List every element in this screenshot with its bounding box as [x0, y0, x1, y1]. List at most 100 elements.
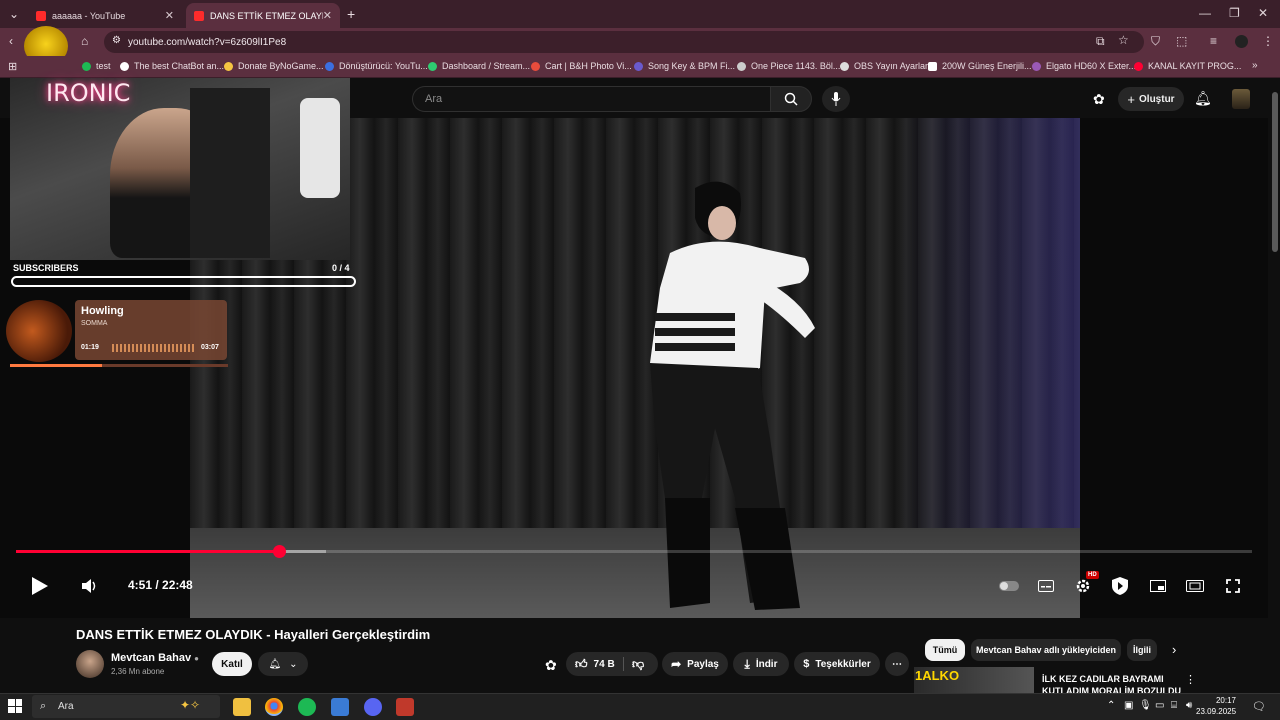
volume-button[interactable] [78, 574, 102, 598]
scrollbar-thumb[interactable] [1272, 92, 1278, 252]
subscriber-goal-bar [11, 276, 356, 287]
microphone-tray-icon[interactable]: 🎙︎ [1139, 700, 1152, 711]
voicemeeter-icon[interactable] [396, 698, 414, 716]
bookmark-item[interactable]: Donate ByNoGame... [224, 61, 324, 71]
bookmark-star-icon[interactable]: ☆ [1118, 33, 1129, 47]
display-tray-icon[interactable]: ▭ [1155, 700, 1164, 711]
chip-related[interactable]: İlgili [1127, 639, 1157, 661]
file-explorer-icon[interactable] [233, 698, 251, 716]
like-button[interactable]: 👍︎ 74 B [575, 657, 615, 672]
discord-icon[interactable] [364, 698, 382, 716]
tab-list-icon[interactable]: ⌄ [9, 7, 19, 21]
like-count: 74 B [593, 658, 615, 670]
song-artist: SOMMA [81, 320, 108, 327]
search-placeholder: Ara [425, 93, 443, 105]
autoplay-toggle[interactable] [997, 574, 1021, 598]
tray-overflow-icon[interactable]: ⌃ [1107, 700, 1115, 711]
reading-list-icon[interactable]: ≡ [1210, 34, 1217, 48]
recommendation-title[interactable]: İLK KEZ CADILAR BAYRAMI KUTLADIM MORALİM… [1042, 673, 1182, 693]
close-window-icon[interactable]: ✕ [1258, 6, 1268, 20]
account-avatar[interactable] [1232, 89, 1250, 109]
join-button[interactable]: Katıl [212, 652, 252, 676]
site-info-icon[interactable]: ⚙ [112, 35, 121, 46]
bookmark-item[interactable]: The best ChatBot an... [120, 61, 224, 71]
bookmark-item[interactable]: OBS Yayın Ayarları [840, 61, 931, 71]
subscription-bell-button[interactable]: 🔔︎ ⌄ [258, 652, 308, 676]
bookmark-item[interactable]: Dönüştürücü: YouTu... [325, 61, 428, 71]
taskbar-search[interactable]: ⌕ Ara ✦✧ [32, 695, 220, 718]
super-thanks-icon: $ [803, 658, 810, 670]
download-label: İndir [755, 658, 778, 670]
gemini-sparkle-icon[interactable]: ✿ [1093, 91, 1105, 108]
ask-ai-sparkle-icon[interactable]: ✿ [545, 657, 557, 674]
taskbar-clock-time[interactable]: 20:17 [1196, 696, 1236, 706]
create-button[interactable]: + Oluştur [1118, 87, 1184, 111]
browser-tab-active[interactable]: DANS ETTİK ETMEZ OLAYDIK - ✕ [186, 3, 340, 28]
minimize-icon[interactable]: — [1199, 6, 1211, 20]
apps-grid-icon[interactable]: ⊞ [8, 60, 17, 73]
bookmark-item[interactable]: 200W Güneş Enerjili... [928, 61, 1032, 71]
spotify-icon[interactable] [298, 698, 316, 716]
channel-avatar[interactable] [76, 650, 104, 678]
play-icon [32, 577, 48, 595]
restore-icon[interactable]: ❐ [1229, 6, 1240, 20]
shield-play-icon [1112, 577, 1128, 595]
bookmark-item[interactable]: Song Key & BPM Fi... [634, 61, 735, 71]
extensions-icon[interactable]: ⬚ [1176, 34, 1187, 48]
bookmark-item[interactable]: Cart | B&H Photo Vi... [531, 61, 632, 71]
more-actions-button[interactable]: ⋯ [885, 652, 909, 676]
chip-all[interactable]: Tümü [925, 639, 965, 661]
new-tab-icon[interactable]: + [347, 6, 355, 22]
taskbar-clock-date[interactable]: 23.09.2025 [1196, 707, 1236, 716]
tab-close-icon[interactable]: ✕ [165, 9, 174, 22]
bookmark-item[interactable]: Elgato HD60 X Exter... [1032, 61, 1136, 71]
song-time-total: 03:07 [201, 344, 219, 351]
bookmark-item[interactable]: Dashboard / Stream... [428, 61, 530, 71]
share-button[interactable]: ➦ Paylaş [662, 652, 728, 676]
donate-icon [224, 61, 233, 71]
bookmark-item[interactable]: One Piece 1143. Böl... [737, 61, 840, 71]
home-icon[interactable]: ⌂ [81, 34, 88, 48]
speaker-tray-icon[interactable]: 🔊︎ [1186, 700, 1192, 711]
network-tray-icon[interactable]: ⌸ [1171, 700, 1177, 711]
more-bookmarks-icon[interactable]: » [1252, 60, 1258, 71]
search-button[interactable] [770, 86, 812, 112]
tray-app-icon[interactable]: ▣ [1124, 700, 1133, 711]
subtitles-button[interactable] [1034, 574, 1058, 598]
browser-menu-icon[interactable]: ⋮ [1262, 34, 1274, 48]
search-icon [784, 92, 798, 106]
app-icon[interactable] [331, 698, 349, 716]
voice-search-button[interactable] [822, 86, 850, 112]
download-button[interactable]: ⤓ İndir [733, 652, 789, 676]
address-bar[interactable]: ⚙ youtube.com/watch?v=6z609lI1Pe8 [104, 31, 1144, 53]
tab-close-icon[interactable]: ✕ [323, 9, 332, 22]
shield-extension-icon[interactable]: ⛉ [1151, 34, 1160, 49]
sponsorblock-button[interactable] [1108, 574, 1132, 598]
channel-name[interactable]: Mevtcan Bahav ● [111, 652, 199, 664]
recommendation-menu-icon[interactable]: ⋮ [1185, 673, 1196, 686]
url-text: youtube.com/watch?v=6z609lI1Pe8 [128, 36, 287, 48]
verified-badge-icon: ● [194, 654, 199, 663]
bookmark-label: Elgato HD60 X Exter... [1046, 61, 1137, 71]
miniplayer-button[interactable] [1146, 574, 1170, 598]
notification-center-icon[interactable]: 🗨︎ [1252, 700, 1266, 713]
thanks-button[interactable]: $ Teşekkürler [794, 652, 880, 676]
bookmark-item[interactable]: KANAL KAYIT PROG... [1134, 61, 1241, 71]
dislike-button[interactable]: 👎︎ [632, 657, 644, 672]
notifications-bell-icon[interactable]: 🔔︎ [1194, 90, 1212, 107]
back-icon[interactable]: ‹ [9, 34, 13, 48]
chrome-icon[interactable] [265, 698, 283, 716]
chip-uploader[interactable]: Mevtcan Bahav adlı yükleyiciden [971, 639, 1121, 661]
play-button[interactable] [28, 574, 52, 598]
browser-tab-youtube[interactable]: aaaaaa - YouTube ✕ [28, 3, 182, 28]
windows-start-icon[interactable] [8, 699, 22, 713]
subscriber-goal-count: 0 / 4 [332, 263, 350, 273]
theater-mode-button[interactable] [1183, 574, 1207, 598]
search-input[interactable]: Ara [412, 86, 770, 112]
fullscreen-button[interactable] [1221, 574, 1245, 598]
chevron-right-icon[interactable]: › [1172, 642, 1176, 657]
song-waveform [112, 344, 194, 352]
bookmark-item[interactable]: test [82, 61, 111, 71]
install-app-icon[interactable]: ⧉ [1096, 34, 1105, 49]
profile-avatar[interactable] [1235, 35, 1248, 48]
